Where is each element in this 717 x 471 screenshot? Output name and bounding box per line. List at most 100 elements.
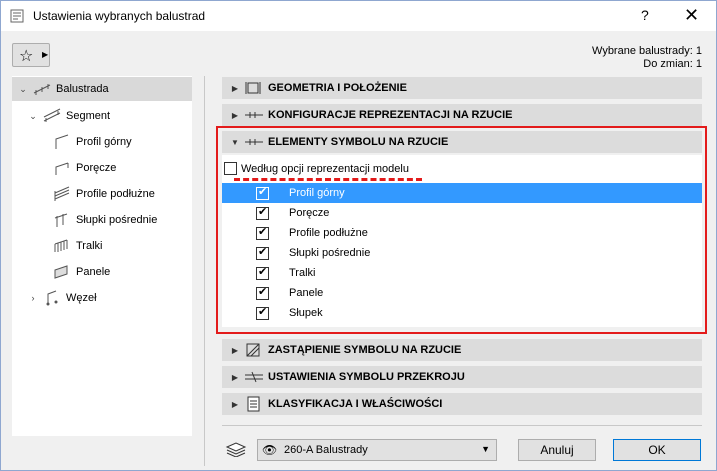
section-zastapienie[interactable]: ▶ ZASTĄPIENIE SYMBOLU NA RZUCIE [222,339,702,361]
tree-item-profil-gorny[interactable]: Profil górny [48,130,132,154]
section-label: ZASTĄPIENIE SYMBOLU NA RZUCIE [268,344,462,356]
floor-plan-representation-icon [245,112,263,118]
dashed-underline-annotation [234,178,422,181]
list-item[interactable]: Tralki [222,263,702,283]
segment-icon [43,108,61,122]
list-item[interactable]: Profile podłużne [222,223,702,243]
section-label: GEOMETRIA I POŁOŻENIE [268,82,407,94]
list-item[interactable]: Panele [222,283,702,303]
element-label: Słupek [289,307,323,319]
chevron-down-icon[interactable]: ⌄ [18,84,28,95]
list-item[interactable]: Profil górny [222,183,702,203]
ok-button[interactable]: OK [613,439,701,461]
layer-select-value: 260-A Balustrady [284,444,368,456]
edit-count: Do zmian: 1 [643,58,702,70]
tree-item-label: Węzeł [66,292,97,304]
expand-arrow-icon: ▶ [231,345,239,355]
element-label: Słupki pośrednie [289,247,371,259]
element-checkbox[interactable] [256,225,269,240]
floor-plan-symbol-icon [245,139,263,145]
model-representation-checkbox[interactable] [224,162,237,175]
section-geometria[interactable]: ▶ GEOMETRIA I POŁOŻENIE [222,77,702,99]
element-checkbox[interactable] [256,205,269,220]
railing-icon [33,84,51,95]
element-checkbox[interactable] [256,185,269,200]
expand-arrow-icon: ▶ [231,372,239,382]
expand-arrow-icon: ▶ [231,110,239,120]
section-konfiguracje[interactable]: ▶ KONFIGURACJE REPREZENTACJI NA RZUCIE [222,104,702,126]
triangle-right-icon: ▶ [42,50,49,59]
node-icon [46,290,58,306]
list-item[interactable]: Poręcze [222,203,702,223]
tree-item-slupki-posrednie[interactable]: Słupki pośrednie [48,208,157,232]
element-label: Profile podłużne [289,227,368,239]
eye-icon: 👁 [262,443,278,457]
tree-item-tralki[interactable]: Tralki [48,234,102,258]
section-klasyfikacja[interactable]: ▶ KLASYFIKACJA I WŁAŚCIWOŚCI [222,393,702,415]
close-button[interactable]: ✕ [684,5,699,26]
tree-item-segment[interactable]: ⌄ Segment [28,104,110,128]
cancel-button[interactable]: Anuluj [518,439,596,461]
handrail-icon [55,162,69,175]
layer-icon [225,442,247,457]
footer-divider [222,425,702,426]
selection-counts: Wybrane balustrady: 1 Do zmian: 1 [592,45,702,71]
list-item[interactable]: Słupki pośrednie [222,243,702,263]
model-representation-label: Według opcji reprezentacji modelu [241,162,409,175]
window-title: Ustawienia wybranych balustrad [33,9,206,23]
layer-select[interactable]: 👁 260-A Balustrady ▼ [257,439,497,461]
section-symbol-icon [245,371,263,383]
title-bar: Ustawienia wybranych balustrad ? ✕ [1,1,716,31]
tree-item-label: Słupki pośrednie [76,214,158,226]
model-representation-option[interactable]: Według opcji reprezentacji modelu [224,162,409,175]
section-label: ELEMENTY SYMBOLU NA RZUCIE [268,136,449,148]
section-label: USTAWIENIA SYMBOLU PRZEKROJU [268,371,465,383]
dialog-window: Ustawienia wybranych balustrad ? ✕ ☆ ▶ W… [0,0,717,471]
panel-icon [54,265,68,279]
element-checkbox[interactable] [256,245,269,260]
balusters-icon [54,239,68,252]
tree-item-label: Tralki [76,240,103,252]
element-label: Tralki [289,267,316,279]
selected-count: Wybrane balustrady: 1 [592,45,702,57]
tree-item-panele[interactable]: Panele [48,260,110,284]
tree-item-balustrada[interactable]: ⌄ Balustrada [12,77,192,101]
chevron-down-icon[interactable]: ⌄ [28,111,38,122]
symbol-override-icon [246,343,260,357]
element-checkbox[interactable] [256,305,269,320]
element-checkbox[interactable] [256,265,269,280]
tree-item-label: Profile podłużne [76,188,155,200]
collapse-arrow-icon: ▼ [231,137,239,147]
expand-arrow-icon: ▶ [231,399,239,409]
pane-divider [204,76,205,466]
tree-item-profile-podluzne[interactable]: Profile podłużne [48,182,155,206]
tree-item-label: Profil górny [76,136,132,148]
classification-icon [247,396,260,412]
favorites-button[interactable]: ☆ ▶ [12,43,50,67]
geometry-icon [245,82,261,94]
list-item[interactable]: Słupek [222,303,702,323]
settings-tree: ⌄ Balustrada ⌄ Segment Profil górny Porę… [12,76,192,436]
tree-item-wezel[interactable]: › Węzeł [28,286,97,310]
inner-post-icon [54,213,68,227]
element-label: Profil górny [289,187,345,199]
tree-item-label: Segment [66,110,111,122]
element-label: Panele [289,287,324,299]
section-label: KLASYFIKACJA I WŁAŚCIWOŚCI [268,398,443,410]
app-icon [10,9,24,23]
section-elementy-symbolu[interactable]: ▼ ELEMENTY SYMBOLU NA RZUCIE [222,131,702,153]
star-icon: ☆ [19,48,34,65]
symbol-elements-list: Profil górny Poręcze Profile podłużne Sł… [222,183,702,323]
section-label: KONFIGURACJE REPREZENTACJI NA RZUCIE [268,109,513,121]
top-rail-icon [55,134,69,149]
expand-arrow-icon: ▶ [231,83,239,93]
section-przekroj[interactable]: ▶ USTAWIENIA SYMBOLU PRZEKROJU [222,366,702,388]
chevron-right-icon[interactable]: › [28,293,38,303]
tree-item-label: Balustrada [56,83,109,95]
tree-item-porecze[interactable]: Poręcze [48,156,116,180]
rails-icon [54,186,70,201]
tree-item-label: Panele [76,266,111,278]
tree-item-label: Poręcze [76,162,117,174]
help-button[interactable]: ? [641,7,649,23]
element-checkbox[interactable] [256,285,269,300]
